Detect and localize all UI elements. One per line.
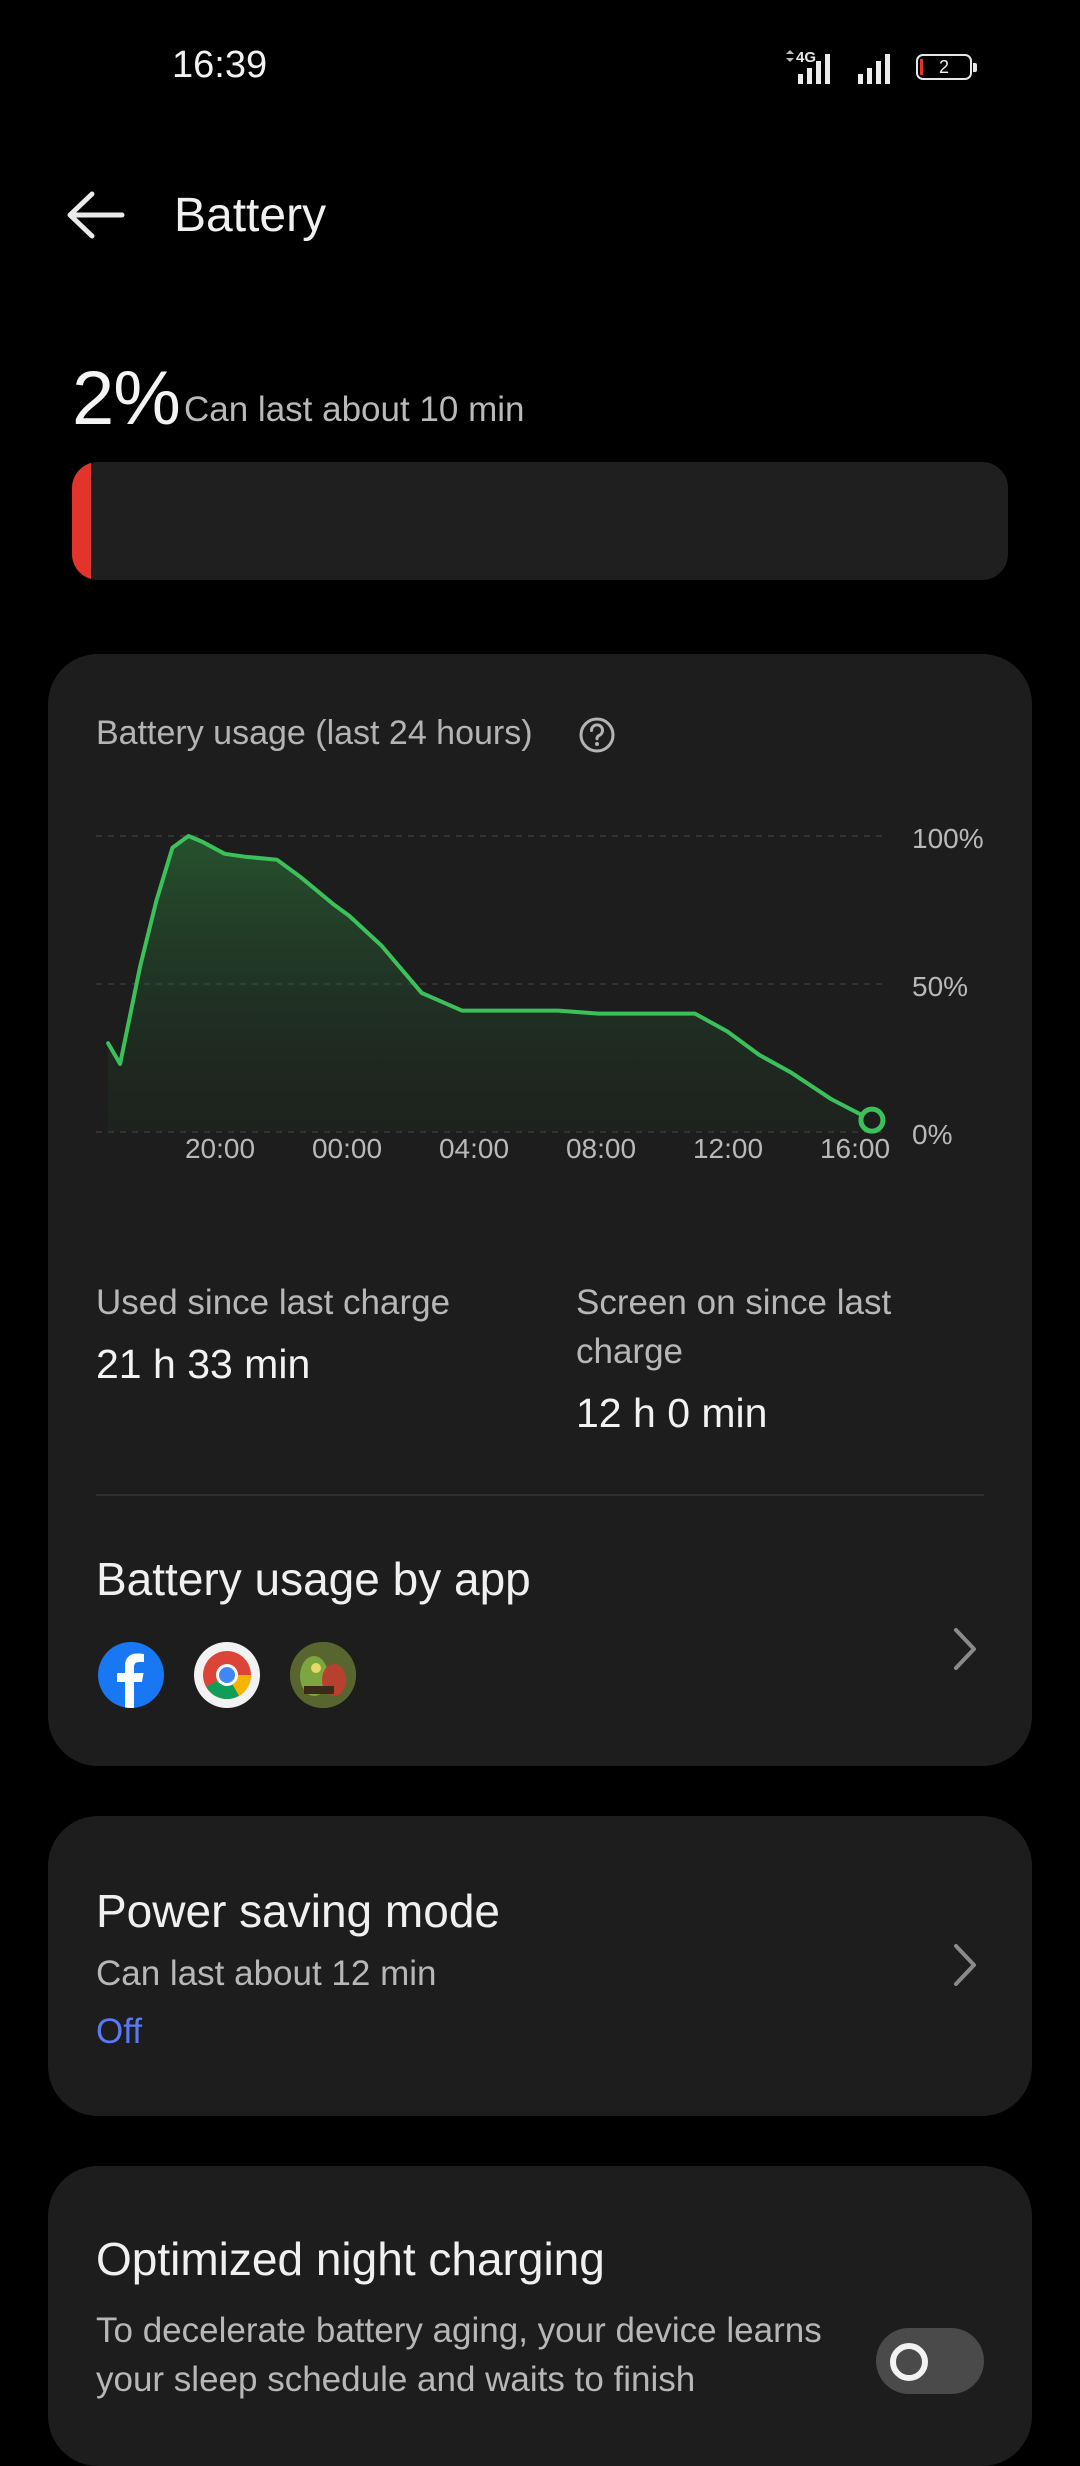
status-time: 16:39 [172, 44, 268, 86]
apps-title: Battery usage by app [96, 1553, 531, 1605]
used-since-label: Used since last charge [96, 1283, 451, 1322]
toggle-knob [890, 2343, 928, 2381]
divider [96, 1494, 984, 1496]
y-tick-label: 0% [912, 1119, 952, 1150]
usage-chart: 100% 50% 0% 20:00 00:00 04:00 08:00 12:00 16:00 [96, 804, 1016, 1164]
battery-level-fill [72, 462, 91, 580]
chrome-icon [194, 1642, 260, 1708]
power-saving-state: Off [96, 2012, 143, 2051]
usage-chart-svg: 100% 50% 0% 20:00 00:00 04:00 08:00 12:00 16:00 [96, 823, 984, 1164]
x-tick-label: 12:00 [693, 1133, 763, 1164]
battery-usage-by-app-row[interactable]: Battery usage by app [48, 1514, 1032, 1754]
night-charging-card: Optimized night charging To decelerate b… [48, 2166, 1032, 2466]
back-arrow-icon [67, 191, 125, 239]
x-tick-label: 16:00 [820, 1133, 890, 1164]
back-button[interactable] [64, 186, 128, 244]
x-tick-label: 04:00 [439, 1133, 509, 1164]
y-tick-label: 50% [912, 971, 968, 1002]
screen-on-value: 12 h 0 min [576, 1390, 768, 1436]
current-level-marker [858, 1106, 886, 1134]
chevron-right-icon [948, 1624, 982, 1674]
night-charging-description: To decelerate battery aging, your device… [96, 2311, 822, 2399]
screen-on-block: Screen on since last charge 12 h 0 min [576, 1278, 996, 1437]
night-charging-toggle[interactable] [876, 2328, 984, 2394]
screen-on-label: Screen on since last charge [576, 1283, 892, 1371]
x-tick-label: 08:00 [566, 1133, 636, 1164]
power-saving-card[interactable]: Power saving mode Can last about 12 min … [48, 1816, 1032, 2116]
x-tick-label: 00:00 [312, 1133, 382, 1164]
power-saving-estimate: Can last about 12 min [96, 1954, 437, 1993]
used-since-block: Used since last charge 21 h 33 min [96, 1278, 536, 1388]
battery-usage-card: Battery usage (last 24 hours) 100% 50% 0% 2… [48, 654, 1032, 1766]
battery-percent: 2% [72, 356, 181, 441]
battery-level-bar [72, 462, 1008, 580]
chevron-right-icon [948, 1940, 982, 1990]
battery-estimate: Can last about 10 min [184, 390, 525, 429]
usage-chart-title: Battery usage (last 24 hours) [96, 714, 533, 752]
y-tick-label: 100% [912, 823, 984, 854]
power-saving-title: Power saving mode [96, 1885, 500, 1937]
night-charging-title: Optimized night charging [96, 2233, 605, 2285]
game-app-icon [290, 1642, 356, 1708]
status-icons: 4G 2 [780, 48, 1080, 88]
page-title: Battery [174, 189, 327, 242]
used-since-value: 21 h 33 min [96, 1341, 311, 1387]
battery-icon-level: 2 [938, 57, 949, 77]
facebook-icon [98, 1642, 164, 1708]
x-tick-label: 20:00 [185, 1133, 255, 1164]
help-icon[interactable] [578, 716, 616, 754]
network-type: 4G [796, 49, 816, 66]
battery-icon: 2 [916, 54, 977, 80]
